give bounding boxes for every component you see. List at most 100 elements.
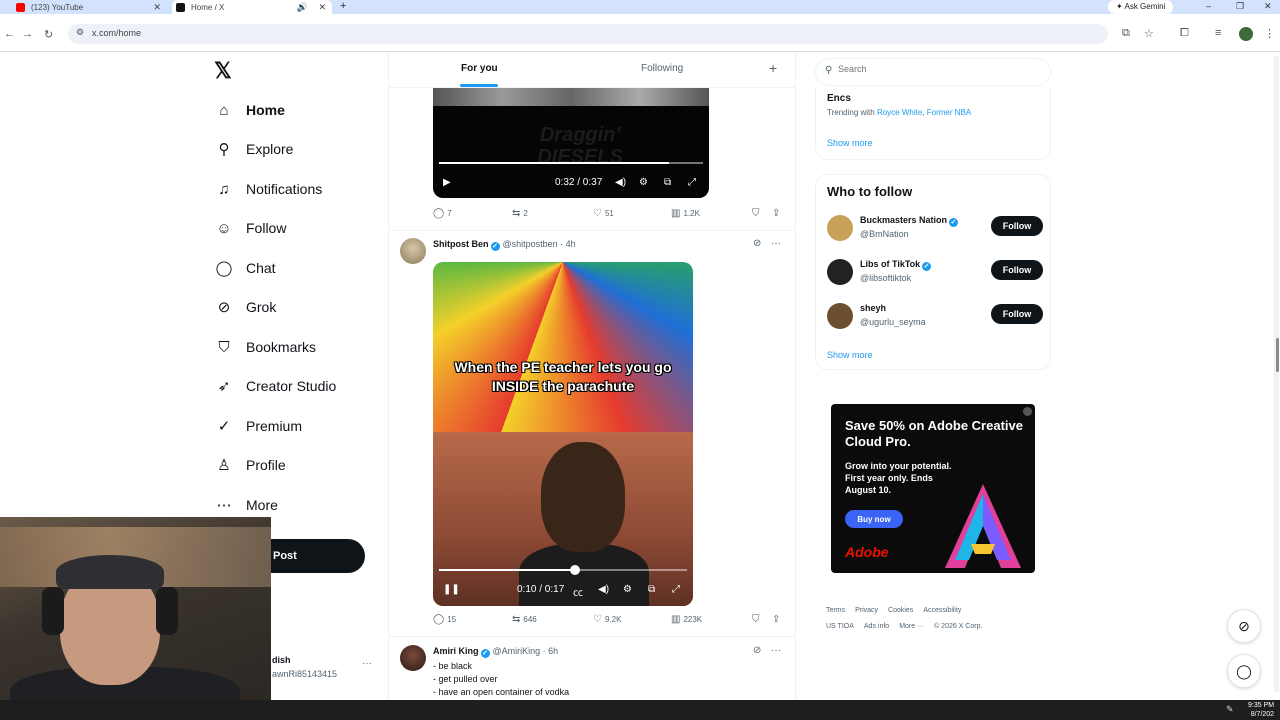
forward-icon[interactable]: →: [22, 28, 33, 40]
show-more-trends-link[interactable]: Show more: [827, 138, 873, 148]
picture-in-picture-icon[interactable]: ⧉: [664, 177, 671, 188]
maximize-icon[interactable]: ❐: [1236, 0, 1244, 13]
repost-button[interactable]: ⇆ 646: [512, 614, 537, 625]
settings-icon[interactable]: ⚙: [639, 177, 648, 188]
close-tab-icon[interactable]: ✕: [318, 1, 326, 14]
views-button[interactable]: ▥ 1.2K: [671, 208, 700, 219]
suggestion-name[interactable]: Buckmasters Nation ✓: [860, 215, 959, 227]
sidebar-item-explore[interactable]: ⚲ Explore: [214, 136, 294, 162]
fullscreen-icon[interactable]: ⤢: [672, 584, 680, 595]
follow-suggestion[interactable]: sheyh @ugurlu_seyma Follow: [827, 301, 1043, 333]
pause-icon[interactable]: ❚❚: [443, 584, 460, 595]
ad-info-icon[interactable]: [1023, 407, 1032, 416]
search-input[interactable]: [838, 64, 1038, 74]
follow-button[interactable]: Follow: [991, 216, 1043, 236]
like-button[interactable]: ♡ 51: [593, 208, 614, 219]
back-icon[interactable]: ←: [4, 28, 15, 40]
close-window-icon[interactable]: ✕: [1264, 0, 1272, 13]
footer-link[interactable]: Privacy: [855, 607, 878, 614]
avatar[interactable]: [827, 303, 853, 329]
avatar[interactable]: [400, 238, 426, 264]
url-text[interactable]: x.com/home: [92, 28, 141, 38]
footer-link[interactable]: Ads info: [864, 623, 889, 630]
follow-suggestion[interactable]: Libs of TikTok ✓ @libsoftiktok Follow: [827, 257, 1043, 289]
scrollbar-track[interactable]: [1274, 56, 1279, 692]
follow-suggestion[interactable]: Buckmasters Nation ✓ @BmNation Follow: [827, 213, 1043, 245]
trend-link[interactable]: Royce White: [877, 108, 922, 117]
tweet-author[interactable]: Amiri King ✓ @AmiriKing · 6h: [433, 646, 558, 658]
adobe-ad[interactable]: Save 50% on Adobe Creative Cloud Pro. Gr…: [831, 404, 1035, 573]
close-tab-icon[interactable]: ✕: [153, 1, 161, 14]
star-icon[interactable]: ☆: [1144, 27, 1154, 40]
grok-fab-icon[interactable]: ⊘: [1227, 609, 1261, 643]
sidebar-item-follow[interactable]: ☺ Follow: [214, 215, 286, 241]
footer-link[interactable]: Accessibility: [923, 607, 961, 614]
sidebar-item-creator-studio[interactable]: ➶ Creator Studio: [214, 373, 337, 399]
avatar[interactable]: [827, 259, 853, 285]
suggestion-name[interactable]: sheyh: [860, 303, 886, 313]
bookmark-button[interactable]: ⛉: [752, 208, 763, 219]
volume-icon[interactable]: ◀): [598, 584, 609, 595]
messages-fab-icon[interactable]: ◯: [1227, 654, 1261, 688]
tweet-more-icon[interactable]: ···: [771, 645, 781, 656]
avatar[interactable]: [400, 645, 426, 671]
account-handle[interactable]: awnRi85143415: [272, 669, 337, 679]
sidebar-item-bookmarks[interactable]: ⛉ Bookmarks: [214, 334, 316, 360]
sidebar-item-more[interactable]: ⋯ More: [214, 492, 278, 518]
fullscreen-icon[interactable]: ⤢: [688, 177, 696, 188]
tab-following[interactable]: Following: [641, 63, 683, 74]
share-button[interactable]: ⇪: [772, 614, 783, 625]
speaker-icon[interactable]: 🔊: [297, 1, 308, 14]
grok-explain-icon[interactable]: ⊘: [753, 645, 761, 656]
tweet-more-icon[interactable]: ···: [771, 238, 781, 249]
trend-name[interactable]: Encs: [827, 93, 851, 104]
repost-button[interactable]: ⇆ 2: [512, 208, 528, 219]
bookmark-button[interactable]: ⛉: [752, 614, 763, 625]
video-progress-bar[interactable]: [439, 569, 687, 571]
sidebar-item-notifications[interactable]: ♫ Notifications: [214, 176, 322, 202]
grok-explain-icon[interactable]: ⊘: [753, 238, 761, 249]
footer-link[interactable]: Terms: [826, 607, 845, 614]
pen-icon[interactable]: ✎: [1226, 704, 1234, 715]
media-controls-icon[interactable]: ≡: [1215, 27, 1221, 39]
tweet-video-2[interactable]: When the PE teacher lets you go INSIDE t…: [433, 262, 693, 606]
clock[interactable]: 9:35 PM 8/7/202: [1248, 701, 1274, 719]
follow-button[interactable]: Follow: [991, 260, 1043, 280]
footer-link[interactable]: Cookies: [888, 607, 913, 614]
video-progress-bar[interactable]: [439, 162, 703, 164]
sidebar-item-premium[interactable]: ✓ Premium: [214, 413, 302, 439]
account-more-icon[interactable]: ···: [362, 658, 372, 669]
post-button[interactable]: Post: [255, 539, 365, 573]
address-bar[interactable]: ⚙ x.com/home: [68, 24, 1108, 44]
views-button[interactable]: ▥ 223K: [671, 614, 702, 625]
sidebar-item-home[interactable]: ⌂ Home: [214, 97, 284, 123]
minimize-icon[interactable]: –: [1206, 0, 1211, 13]
tweet-video-1[interactable]: Draggin' DIESELS ▶ 0:32 / 0:37 ◀) ⚙ ⧉ ⤢: [433, 88, 709, 198]
scrollbar-thumb[interactable]: [1276, 338, 1279, 372]
reload-icon[interactable]: ↻: [44, 28, 53, 41]
add-feed-icon[interactable]: +: [769, 60, 777, 76]
search-box[interactable]: ⚲: [815, 58, 1051, 86]
captions-icon[interactable]: ㏄: [573, 584, 583, 599]
settings-icon[interactable]: ⚙: [623, 584, 632, 595]
share-button[interactable]: ⇪: [772, 208, 783, 219]
volume-icon[interactable]: ◀): [615, 177, 626, 188]
like-button[interactable]: ♡ 9.2K: [593, 614, 621, 625]
play-icon[interactable]: ▶: [443, 177, 451, 188]
account-name[interactable]: dish: [272, 655, 291, 665]
footer-link[interactable]: US TIOA: [826, 623, 854, 630]
sidebar-item-profile[interactable]: ♙ Profile: [214, 452, 285, 478]
tab-x-home[interactable]: Home / X 🔊 ✕: [172, 0, 332, 14]
tweet-author[interactable]: Shitpost Ben ✓ @shitpostben · 4h: [433, 239, 576, 251]
buy-now-button[interactable]: Buy now: [845, 510, 903, 528]
reply-button[interactable]: ◯ 15: [433, 614, 456, 625]
tab-for-you[interactable]: For you: [461, 63, 498, 74]
extensions-icon[interactable]: ⧠: [1180, 27, 1189, 40]
site-info-icon[interactable]: ⚙: [76, 27, 84, 38]
picture-in-picture-icon[interactable]: ⧉: [648, 584, 655, 595]
tab-youtube[interactable]: (123) YouTube ✕: [12, 0, 167, 14]
x-logo-icon[interactable]: 𝕏: [214, 58, 232, 84]
reply-button[interactable]: ◯ 7: [433, 208, 452, 219]
footer-link[interactable]: © 2026 X Corp.: [934, 623, 982, 630]
install-app-icon[interactable]: ⧉: [1122, 27, 1130, 40]
